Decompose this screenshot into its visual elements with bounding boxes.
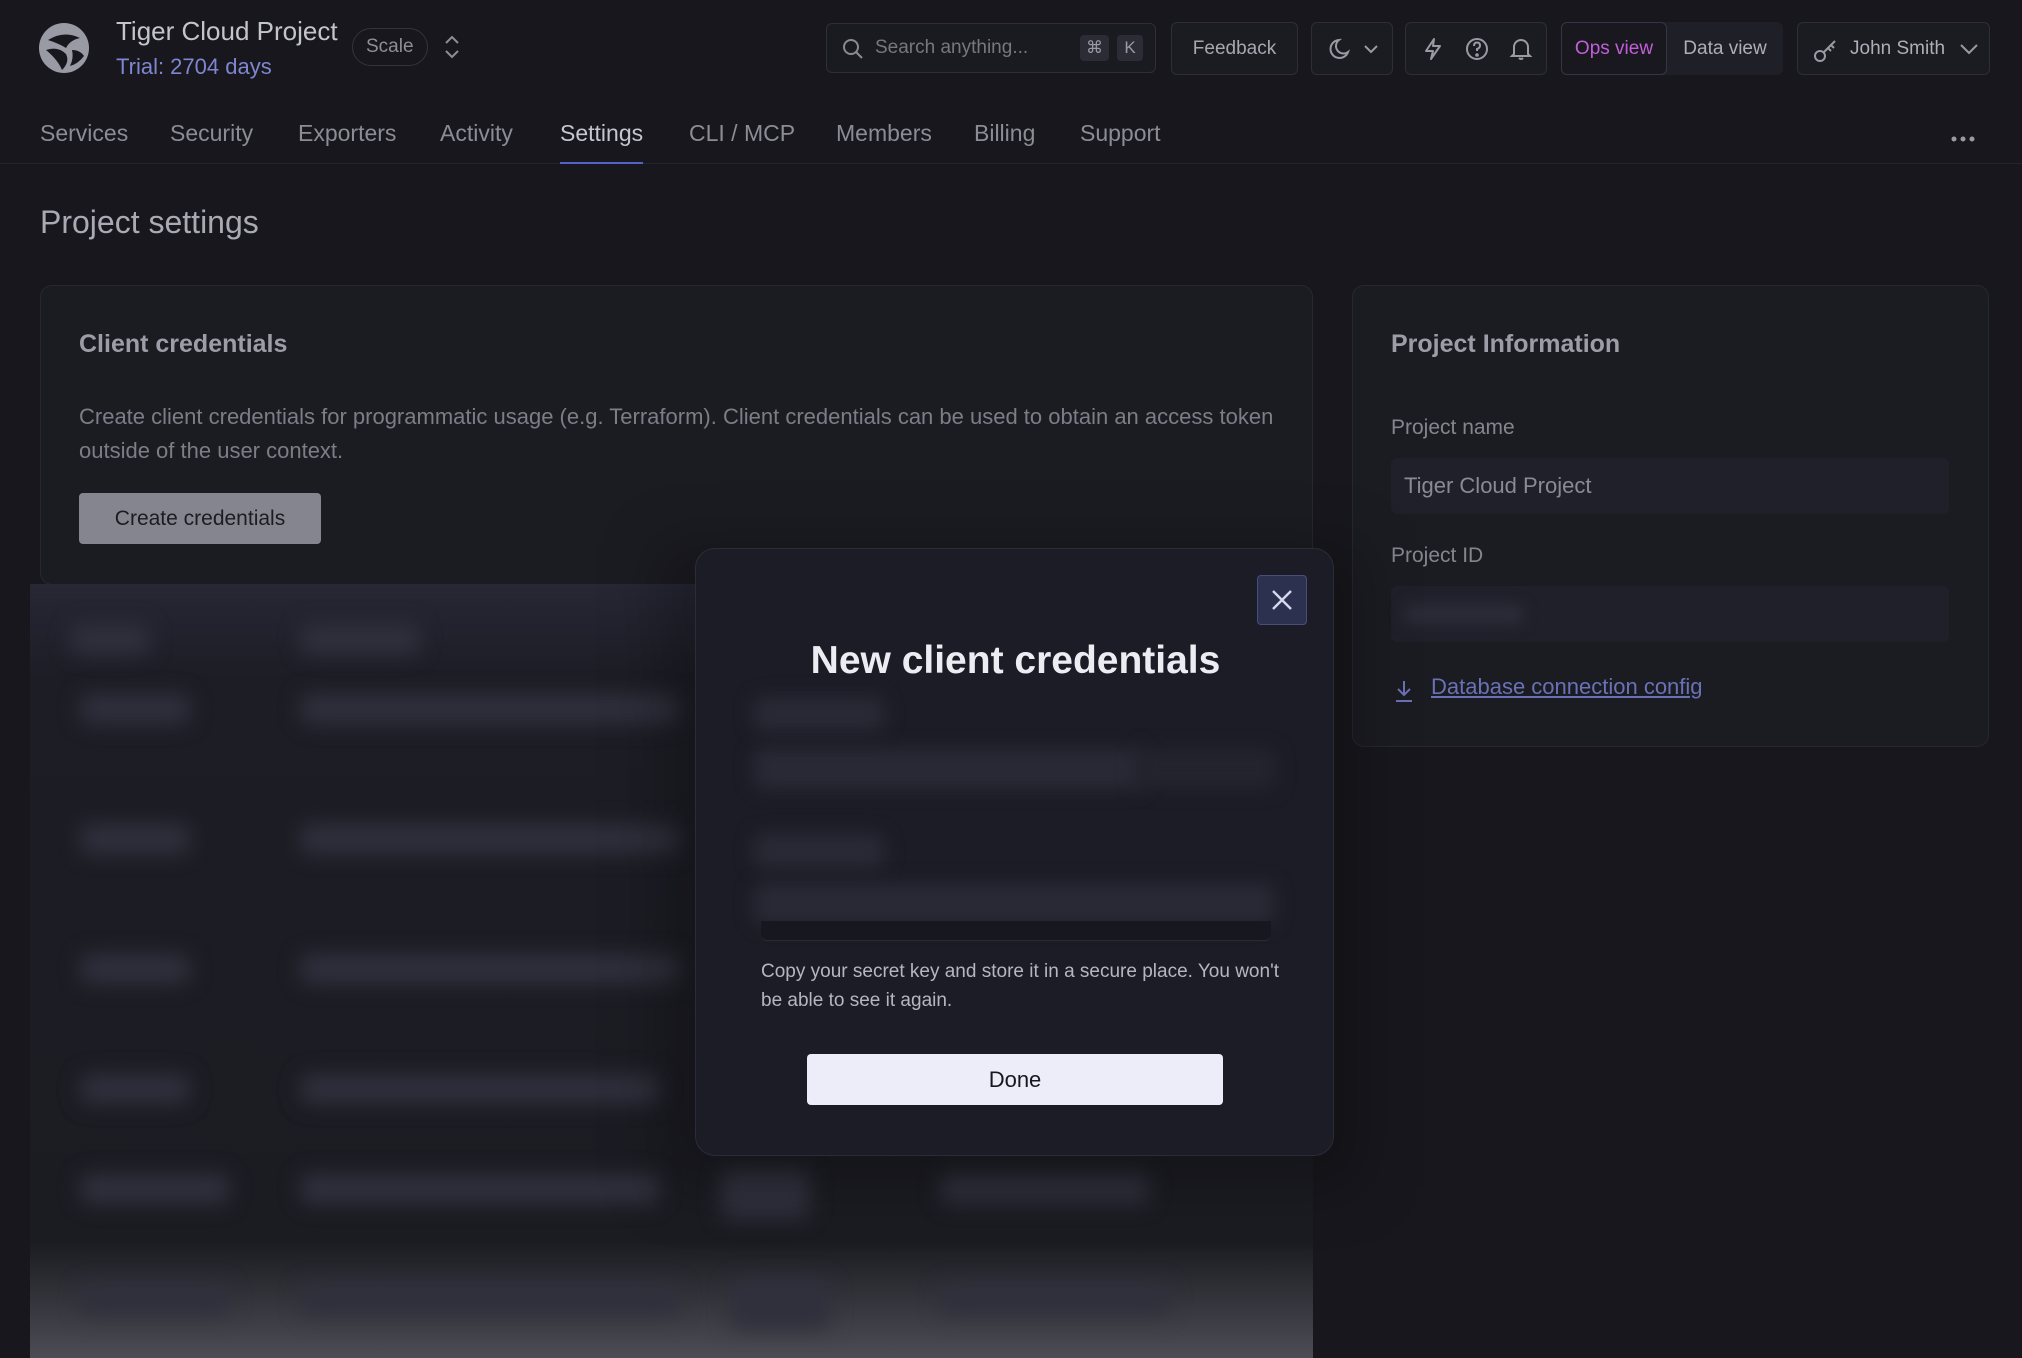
done-button[interactable]: Done — [807, 1054, 1223, 1105]
blurred-header-cell — [70, 624, 150, 654]
project-name-field[interactable]: Tiger Cloud Project — [1391, 458, 1949, 514]
tab-exporters[interactable]: Exporters — [298, 120, 396, 164]
blurred-label — [754, 697, 884, 731]
search-icon — [841, 37, 865, 61]
tab-settings[interactable]: Settings — [560, 120, 644, 164]
tab-support[interactable]: Support — [1080, 120, 1161, 164]
blurred-cell — [730, 1279, 830, 1329]
lightning-icon[interactable] — [1420, 36, 1446, 67]
search-box[interactable]: ⌘ K — [826, 23, 1156, 73]
project-information-heading: Project Information — [1391, 330, 1621, 358]
project-information-card: Project Information Project name Tiger C… — [1352, 285, 1989, 747]
tab-cli-mcp[interactable]: CLI / MCP — [689, 120, 795, 164]
plan-badge: Scale — [352, 28, 428, 66]
trial-status: Trial: 2704 days — [116, 54, 272, 79]
blurred-cell — [300, 1174, 660, 1204]
chevron-down-icon — [1958, 38, 1980, 65]
kbd-k: K — [1117, 35, 1143, 61]
kbd-cmd: ⌘ — [1080, 35, 1109, 61]
blurred-cell — [300, 694, 680, 724]
blurred-cell — [300, 954, 680, 984]
key-icon — [1812, 36, 1840, 69]
project-id-label: Project ID — [1391, 544, 1484, 567]
tab-billing[interactable]: Billing — [974, 120, 1035, 164]
data-view-button[interactable]: Data view — [1667, 22, 1783, 75]
blurred-cell — [80, 694, 190, 724]
blurred-cell — [300, 1074, 660, 1104]
blurred-header-cell — [300, 624, 420, 654]
client-credentials-heading: Client credentials — [79, 330, 288, 358]
more-options-icon[interactable] — [1951, 130, 1975, 142]
tab-members[interactable]: Members — [836, 120, 932, 164]
close-icon — [1258, 590, 1306, 627]
tab-security[interactable]: Security — [170, 120, 253, 164]
blurred-cell — [80, 824, 190, 854]
blurred-secret-field — [754, 884, 1274, 924]
blurred-cell — [300, 824, 680, 854]
moon-icon — [1328, 36, 1354, 67]
tiger-logo-icon[interactable] — [36, 20, 92, 76]
new-credentials-modal: New client credentials Copy your secret … — [695, 548, 1334, 1156]
modal-title: New client credentials — [810, 639, 1221, 682]
client-credentials-card: Client credentials Create client credent… — [40, 285, 1313, 585]
chevron-down-icon — [1362, 40, 1380, 63]
top-header: Tiger Cloud Project Trial: 2704 days Sca… — [0, 0, 2022, 96]
blurred-cell — [940, 1284, 1170, 1314]
blurred-cell — [300, 1284, 680, 1314]
bell-icon[interactable] — [1508, 36, 1534, 67]
blurred-label — [754, 834, 884, 868]
client-credentials-description: Create client credentials for programmat… — [79, 404, 1274, 463]
feedback-button[interactable]: Feedback — [1171, 22, 1298, 75]
view-switcher: Ops view Data view — [1561, 22, 1783, 75]
blurred-copy-button — [1136, 749, 1276, 789]
blurred-cell — [80, 1074, 190, 1104]
page-title: Project settings — [40, 204, 259, 240]
project-name-label: Project name — [1391, 416, 1515, 439]
header-icon-group — [1405, 22, 1547, 75]
blurred-cell — [80, 1174, 230, 1204]
secret-key-field[interactable] — [761, 921, 1271, 941]
ops-view-button[interactable]: Ops view — [1561, 22, 1667, 75]
blurred-client-id-field — [754, 749, 1144, 789]
help-icon[interactable] — [1464, 36, 1490, 67]
project-title[interactable]: Tiger Cloud Project — [116, 16, 338, 47]
create-credentials-button[interactable]: Create credentials — [79, 493, 321, 544]
tab-activity[interactable]: Activity — [440, 120, 513, 164]
project-id-field[interactable] — [1391, 586, 1949, 642]
search-input[interactable] — [875, 24, 1065, 72]
close-modal-button[interactable] — [1257, 575, 1307, 625]
download-icon[interactable] — [1393, 679, 1415, 708]
project-switcher-chevron-icon[interactable] — [440, 32, 464, 62]
project-nav: Services Security Exporters Activity Set… — [0, 110, 2022, 164]
tab-services[interactable]: Services — [40, 120, 128, 164]
user-name: John Smith — [1850, 38, 1946, 59]
blurred-cell — [80, 954, 190, 984]
project-id-redacted — [1404, 604, 1524, 624]
blurred-cell — [80, 1284, 230, 1314]
secret-key-warning: Copy your secret key and store it in a s… — [761, 961, 1279, 1011]
user-menu-button[interactable]: John Smith — [1797, 22, 1990, 75]
database-connection-config-link[interactable]: Database connection config — [1431, 674, 1703, 700]
theme-toggle-button[interactable] — [1311, 22, 1393, 75]
